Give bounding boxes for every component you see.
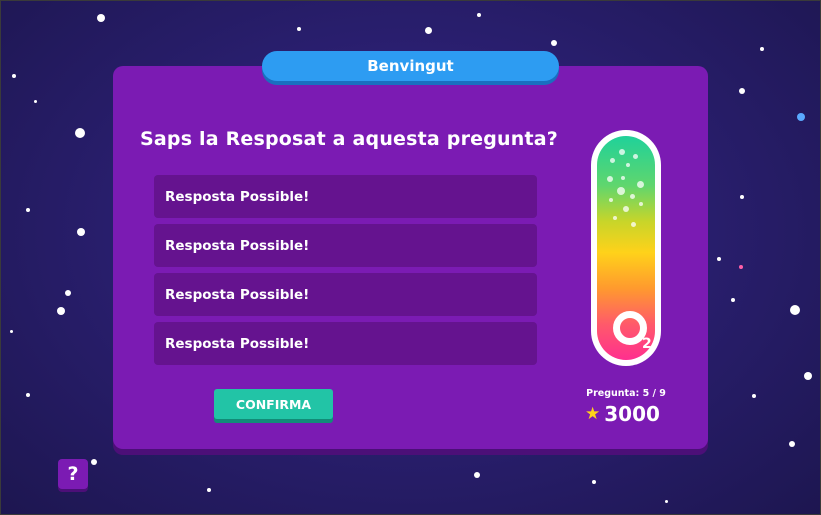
oxygen-bubble: [637, 181, 644, 188]
background-star: [425, 27, 432, 34]
oxygen-subscript: 2: [642, 336, 652, 352]
background-star: [91, 459, 97, 465]
background-star: [57, 307, 65, 315]
oxygen-bubble: [631, 222, 636, 227]
background-star: [740, 195, 744, 199]
oxygen-bubble: [639, 202, 643, 206]
background-star: [760, 47, 764, 51]
oxygen-bubble: [630, 194, 635, 199]
background-star: [789, 441, 795, 447]
background-star: [97, 14, 105, 22]
background-star: [804, 372, 812, 380]
oxygen-bubble: [609, 198, 613, 202]
game-screen: Benvingut Saps la Resposat a aquesta pre…: [0, 0, 821, 515]
background-star: [77, 228, 85, 236]
oxygen-bubble: [621, 176, 625, 180]
background-star: [790, 305, 800, 315]
oxygen-bubble: [610, 158, 615, 163]
background-star: [10, 330, 13, 333]
background-star: [739, 265, 743, 269]
oxygen-bubble: [607, 176, 613, 182]
score-display: ★ 3000: [585, 401, 660, 427]
background-star: [797, 113, 805, 121]
answer-option-1[interactable]: Resposta Possible!: [154, 175, 537, 218]
background-star: [474, 472, 480, 478]
background-star: [207, 488, 211, 492]
background-star: [731, 298, 735, 302]
background-star: [717, 257, 721, 261]
background-star: [65, 290, 71, 296]
background-star: [739, 88, 745, 94]
background-star: [297, 27, 301, 31]
background-star: [665, 500, 668, 503]
background-star: [75, 128, 85, 138]
oxygen-bubble: [619, 149, 625, 155]
oxygen-bubble: [633, 154, 638, 159]
background-star: [26, 208, 30, 212]
background-star: [26, 393, 30, 397]
help-button[interactable]: ?: [58, 459, 88, 489]
answer-option-3[interactable]: Resposta Possible!: [154, 273, 537, 316]
welcome-title: Benvingut: [262, 51, 559, 81]
confirm-button[interactable]: CONFIRMA: [214, 389, 333, 419]
background-star: [551, 40, 557, 46]
oxygen-bubble: [623, 206, 629, 212]
background-star: [752, 394, 756, 398]
answer-option-2[interactable]: Resposta Possible!: [154, 224, 537, 267]
oxygen-bubble: [613, 216, 617, 220]
question-text: Saps la Resposat a aquesta pregunta?: [139, 128, 559, 150]
background-star: [12, 74, 16, 78]
background-star: [34, 100, 37, 103]
score-value: 3000: [604, 402, 660, 426]
background-star: [592, 480, 596, 484]
star-icon: ★: [585, 404, 601, 424]
oxygen-bubble: [626, 163, 630, 167]
question-progress: Pregunta: 5 / 9: [586, 388, 666, 399]
oxygen-level-tube: 2: [597, 136, 655, 360]
oxygen-meter: 2: [591, 130, 661, 366]
answer-option-4[interactable]: Resposta Possible!: [154, 322, 537, 365]
background-star: [477, 13, 481, 17]
oxygen-bubble: [617, 187, 625, 195]
